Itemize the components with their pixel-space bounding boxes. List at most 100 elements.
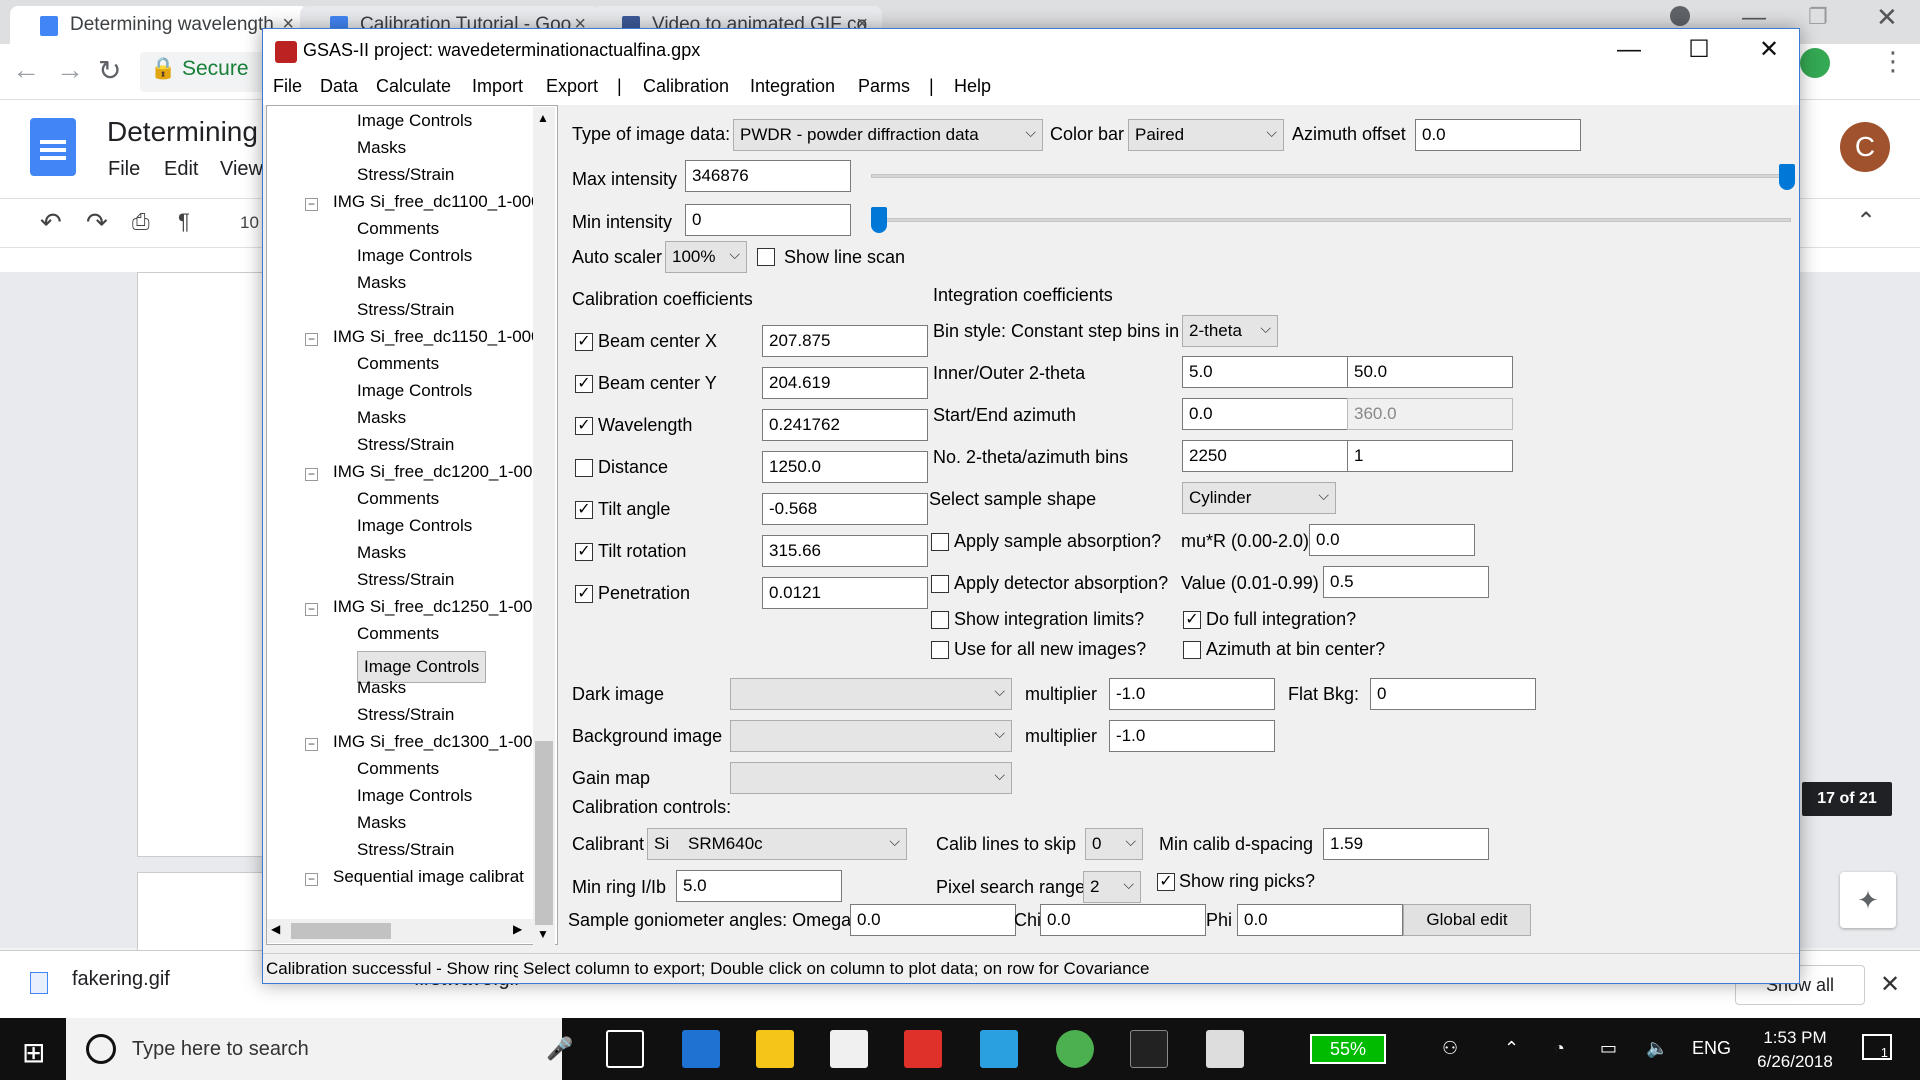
min-intensity-slider-thumb[interactable] bbox=[871, 207, 887, 233]
tree-node[interactable]: Stress/Strain bbox=[357, 705, 454, 725]
calib-refine-checkbox[interactable]: ✓ bbox=[575, 585, 593, 603]
menu-calibration[interactable]: Calibration bbox=[643, 76, 729, 97]
phi-input[interactable]: 0.0 bbox=[1237, 904, 1403, 936]
tree-node[interactable]: Comments bbox=[357, 759, 439, 779]
tree-node[interactable]: Image Controls bbox=[357, 246, 472, 266]
background-multiplier-input[interactable]: -1.0 bbox=[1109, 720, 1275, 752]
bin-style-select[interactable]: 2-theta ⌵ bbox=[1182, 315, 1278, 347]
back-icon[interactable]: ← bbox=[12, 54, 40, 86]
background-image-select[interactable]: ⌵ bbox=[730, 720, 1012, 752]
terminal-icon[interactable] bbox=[1130, 1030, 1168, 1068]
menu-export[interactable]: Export bbox=[546, 76, 598, 97]
tree-collapse-icon[interactable]: − bbox=[305, 198, 318, 211]
redo-icon[interactable]: ↷ bbox=[86, 207, 108, 238]
mur-input[interactable]: 0.0 bbox=[1309, 524, 1475, 556]
avatar[interactable]: C bbox=[1840, 122, 1890, 172]
tree-node[interactable]: Comments bbox=[357, 219, 439, 239]
scroll-thumb[interactable] bbox=[535, 741, 553, 925]
calib-param-input[interactable]: 315.66 bbox=[762, 535, 928, 567]
full-integration-checkbox[interactable]: ✓ bbox=[1183, 611, 1201, 629]
menu-import[interactable]: Import bbox=[472, 76, 523, 97]
download-item-0[interactable]: fakering.gif bbox=[72, 968, 170, 991]
tree-collapse-icon[interactable]: − bbox=[305, 603, 318, 616]
menu-help[interactable]: Help bbox=[954, 76, 991, 97]
battery-indicator[interactable]: 55% bbox=[1310, 1034, 1386, 1064]
gain-map-select[interactable]: ⌵ bbox=[730, 762, 1012, 794]
azimuth-offset-input[interactable]: 0.0 bbox=[1415, 119, 1581, 151]
tree-node[interactable]: Image Controls bbox=[357, 111, 472, 131]
chevron-left-icon[interactable]: ◀ bbox=[271, 922, 280, 936]
edge-icon[interactable] bbox=[682, 1030, 720, 1068]
maximize-icon[interactable]: ☐ bbox=[1667, 33, 1731, 67]
calib-param-input[interactable]: 204.619 bbox=[762, 367, 928, 399]
outer-2theta-input[interactable]: 50.0 bbox=[1347, 356, 1513, 388]
use-all-images-checkbox[interactable] bbox=[931, 641, 949, 659]
menu-calculate[interactable]: Calculate bbox=[376, 76, 451, 97]
microphone-icon[interactable]: 🎤 bbox=[546, 1036, 573, 1062]
tree-node[interactable]: IMG Si_free_dc1300_1-000 bbox=[333, 732, 533, 752]
tree-node[interactable]: Stress/Strain bbox=[357, 570, 454, 590]
min-intensity-input[interactable]: 0 bbox=[685, 204, 851, 236]
tree-node[interactable]: IMG Si_free_dc1250_1-000 bbox=[333, 597, 533, 617]
inner-2theta-input[interactable]: 5.0 bbox=[1182, 356, 1348, 388]
show-ring-picks-checkbox[interactable]: ✓ bbox=[1157, 873, 1175, 891]
tree-node[interactable]: Comments bbox=[357, 624, 439, 644]
calib-lines-skip-select[interactable]: 0 ⌵ bbox=[1085, 828, 1143, 860]
tree-node[interactable]: Stress/Strain bbox=[357, 435, 454, 455]
sample-shape-select[interactable]: Cylinder ⌵ bbox=[1182, 482, 1336, 514]
forward-icon[interactable]: → bbox=[56, 54, 84, 86]
calib-refine-checkbox[interactable]: ✓ bbox=[575, 333, 593, 351]
battery-icon[interactable]: ▭ bbox=[1600, 1038, 1617, 1059]
calibrant-select[interactable]: Si SRM640c ⌵ bbox=[647, 828, 907, 860]
explore-icon[interactable]: ✦ bbox=[1840, 872, 1896, 928]
min-dspacing-input[interactable]: 1.59 bbox=[1323, 828, 1489, 860]
tree-node[interactable]: Stress/Strain bbox=[357, 300, 454, 320]
menu-integration[interactable]: Integration bbox=[750, 76, 835, 97]
profile-icon[interactable] bbox=[1670, 6, 1690, 26]
tree-collapse-icon[interactable]: − bbox=[305, 333, 318, 346]
azimuth-bin-center-checkbox[interactable] bbox=[1183, 641, 1201, 659]
menu-file[interactable]: File bbox=[273, 76, 302, 97]
tree-node[interactable]: Image Controls bbox=[357, 786, 472, 806]
windows-start-icon[interactable]: ⊞ bbox=[22, 1036, 45, 1069]
detector-absorption-checkbox[interactable] bbox=[931, 575, 949, 593]
global-edit-button[interactable]: Global edit bbox=[1403, 904, 1531, 936]
chi-input[interactable]: 0.0 bbox=[1040, 904, 1206, 936]
tree-node[interactable]: Masks bbox=[357, 543, 406, 563]
bins-2theta-input[interactable]: 2250 bbox=[1182, 440, 1348, 472]
tree-horizontal-scrollbar[interactable]: ◀ ▶ bbox=[267, 919, 533, 943]
chevron-right-icon[interactable]: ▶ bbox=[513, 922, 522, 936]
chevron-up-icon[interactable]: ⌃ bbox=[1504, 1038, 1519, 1059]
show-line-scan-checkbox[interactable] bbox=[757, 248, 775, 266]
minimize-icon[interactable]: — bbox=[1597, 33, 1661, 67]
clock[interactable]: 1:53 PM 6/26/2018 bbox=[1752, 1026, 1838, 1074]
people-icon[interactable]: ⚇ bbox=[1442, 1038, 1458, 1059]
calib-refine-checkbox[interactable]: ✓ bbox=[575, 417, 593, 435]
paint-format-icon[interactable]: ¶ bbox=[178, 209, 190, 235]
zoom-select[interactable]: 10 bbox=[240, 213, 259, 233]
kebab-menu-icon[interactable]: ⋮ bbox=[1880, 46, 1906, 77]
omega-input[interactable]: 0.0 bbox=[850, 904, 1016, 936]
auto-scaler-select[interactable]: 100% ⌵ bbox=[665, 241, 747, 273]
max-intensity-input[interactable]: 346876 bbox=[685, 160, 851, 192]
lync-icon[interactable] bbox=[980, 1030, 1018, 1068]
sample-absorption-checkbox[interactable] bbox=[931, 533, 949, 551]
tree-node[interactable]: Image Controls bbox=[357, 381, 472, 401]
docs-menu-file[interactable]: File bbox=[108, 158, 140, 181]
calib-param-input[interactable]: 0.0121 bbox=[762, 577, 928, 609]
restore-icon[interactable]: ❐ bbox=[1808, 4, 1828, 30]
close-icon[interactable]: ✕ bbox=[1737, 33, 1801, 67]
calib-param-input[interactable]: -0.568 bbox=[762, 493, 928, 525]
grammarly-icon[interactable] bbox=[1800, 48, 1830, 78]
docs-logo-icon[interactable] bbox=[30, 118, 76, 176]
pixel-search-range-select[interactable]: 2 ⌵ bbox=[1083, 871, 1141, 903]
flat-bkg-input[interactable]: 0 bbox=[1370, 678, 1536, 710]
calib-refine-checkbox[interactable]: ✓ bbox=[575, 375, 593, 393]
tree-node[interactable]: Masks bbox=[357, 408, 406, 428]
calib-refine-checkbox[interactable]: ✓ bbox=[575, 543, 593, 561]
notification-icon[interactable]: 1 bbox=[1862, 1034, 1892, 1060]
reload-icon[interactable]: ↻ bbox=[98, 54, 121, 87]
tree-node[interactable]: Masks bbox=[357, 813, 406, 833]
tree-collapse-icon[interactable]: − bbox=[305, 468, 318, 481]
tree-node[interactable]: IMG Si_free_dc1200_1-000 bbox=[333, 462, 533, 482]
